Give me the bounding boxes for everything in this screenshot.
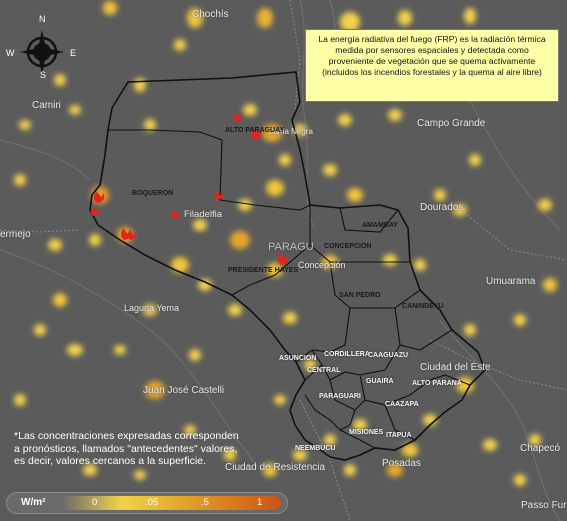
color-legend: W/m² 0 .05 .5 1 (6, 492, 288, 514)
fire-icon (90, 206, 99, 216)
legend-tick: .05 (145, 497, 159, 508)
compass-west: W (6, 48, 15, 58)
city-label: ermejo (0, 229, 31, 240)
department-label: AMAMBAY (362, 222, 398, 229)
department-label: GUAIRA (366, 378, 394, 385)
city-label: Passo Fund (521, 500, 567, 511)
city-label: Dourados (420, 202, 464, 213)
department-label: ASUNCION (279, 355, 317, 362)
legend-tick: .5 (201, 497, 209, 508)
department-label: ITAPUA (386, 432, 412, 439)
compass-north: N (39, 14, 46, 24)
city-label: Concepción (298, 260, 346, 270)
department-label: CONCEPCION (324, 243, 372, 250)
city-label: Chapecó (520, 443, 561, 454)
legend-tick: 0 (92, 497, 98, 508)
legend-unit: W/m² (21, 497, 46, 508)
compass-south: S (40, 70, 47, 80)
fire-icon (278, 253, 289, 265)
department-label: CORDILLERA (324, 351, 370, 358)
city-label: Ciudad del Este (420, 362, 491, 373)
city-label: Juan José Castelli (143, 385, 225, 396)
city-label: Campo Grande (417, 118, 486, 129)
legend-color-bar (53, 496, 281, 510)
department-label: NEEMBUCU (295, 445, 336, 452)
fire-map[interactable]: N S E W Chochís Camiri Campo Grande Dour… (0, 0, 567, 521)
department-label: SAN PEDRO (339, 292, 381, 299)
city-label: Camiri (32, 100, 61, 111)
department-label: CANINDEYU (402, 303, 444, 310)
department-label: CENTRAL (307, 367, 341, 374)
city-label: Umuarama (486, 276, 536, 287)
footnote: *Las concentraciones expresadas correspo… (14, 430, 239, 467)
legend-tick: 1 (257, 497, 263, 508)
department-label: MISIONES (349, 429, 384, 436)
department-label: PRESIDENTE HAYES (228, 267, 299, 274)
fire-icon (233, 112, 242, 122)
city-label: Filadelfia (184, 209, 223, 220)
fire-icon (171, 209, 180, 219)
fire-icon (127, 230, 136, 240)
department-label: CAAZAPA (385, 401, 419, 408)
department-label: ALTO PARAGUAY (225, 127, 285, 134)
fire-icon (94, 191, 105, 203)
department-label: ALTO PARANA (412, 380, 462, 387)
info-box: La energía radiativa del fuego (FRP) es … (305, 29, 559, 102)
department-label: BOQUERON (132, 190, 174, 197)
department-label: CAAGUAZU (368, 352, 409, 359)
fire-icons (90, 112, 289, 265)
city-label: Laguna Yema (124, 303, 180, 313)
country-label: PARAGU (268, 241, 314, 253)
city-label: Posadas (382, 458, 421, 469)
department-label: PARAGUARI (319, 393, 361, 400)
fire-icon (214, 190, 223, 200)
city-label: Chochís (192, 9, 229, 20)
compass: N S E W (6, 12, 78, 84)
compass-east: E (70, 48, 77, 58)
